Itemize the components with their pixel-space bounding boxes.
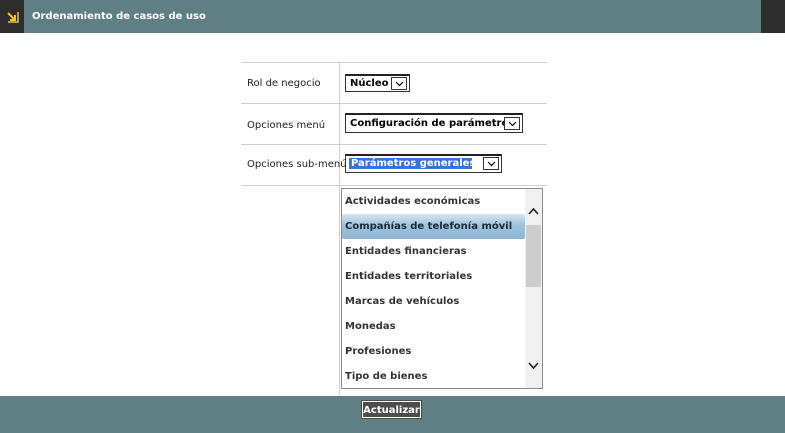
expand-arrow-icon: [6, 10, 20, 24]
title-bar-right-cap: [761, 0, 785, 33]
list-scrollbar[interactable]: [525, 189, 542, 388]
submenu-label: Opciones sub-menú: [247, 159, 347, 170]
submenu-select-value: Parámetros generales: [349, 158, 476, 169]
title-bar: Ordenamiento de casos de uso: [0, 0, 785, 33]
menu-select[interactable]: Configuración de parámetros: [345, 113, 523, 133]
list-item[interactable]: Entidades territoriales: [342, 264, 525, 289]
chevron-down-icon[interactable]: [504, 117, 520, 130]
rol-label: Rol de negocio: [247, 78, 321, 89]
list-item[interactable]: Profesiones: [342, 339, 525, 364]
row-opciones-menu: Opciones menú Configuración de parámetro…: [241, 103, 547, 144]
submenu-select[interactable]: Parámetros generales: [345, 154, 502, 173]
list-item[interactable]: Marcas de vehículos: [342, 289, 525, 314]
update-button[interactable]: Actualizar: [361, 400, 422, 419]
list-item[interactable]: Monedas: [342, 314, 525, 339]
window-title: Ordenamiento de casos de uso: [32, 11, 206, 22]
rol-select[interactable]: Núcleo: [345, 74, 410, 92]
list-item-selected[interactable]: Compañías de telefonía móvil: [342, 214, 525, 239]
list-item[interactable]: Actividades económicas: [342, 189, 525, 214]
row-opciones-submenu: Opciones sub-menú Parámetros generales: [241, 144, 547, 185]
chevron-down-icon[interactable]: [391, 77, 407, 90]
menu-select-value: Configuración de parámetros: [350, 118, 515, 129]
chevron-up-icon[interactable]: [528, 207, 539, 215]
list-item[interactable]: Tipo de bienes: [342, 364, 525, 388]
row-divider: [241, 185, 547, 186]
form-panel: Rol de negocio Núcleo Opciones menú Conf…: [241, 62, 547, 395]
chevron-down-icon[interactable]: [483, 157, 499, 170]
row-rol-de-negocio: Rol de negocio Núcleo: [241, 62, 547, 103]
scrollbar-thumb[interactable]: [526, 225, 541, 287]
chevron-down-icon[interactable]: [528, 362, 539, 370]
menu-label: Opciones menú: [247, 120, 326, 131]
list-item[interactable]: Entidades financieras: [342, 239, 525, 264]
rol-select-value: Núcleo: [350, 78, 389, 89]
use-case-listbox[interactable]: Actividades económicas Compañías de tele…: [341, 188, 543, 389]
